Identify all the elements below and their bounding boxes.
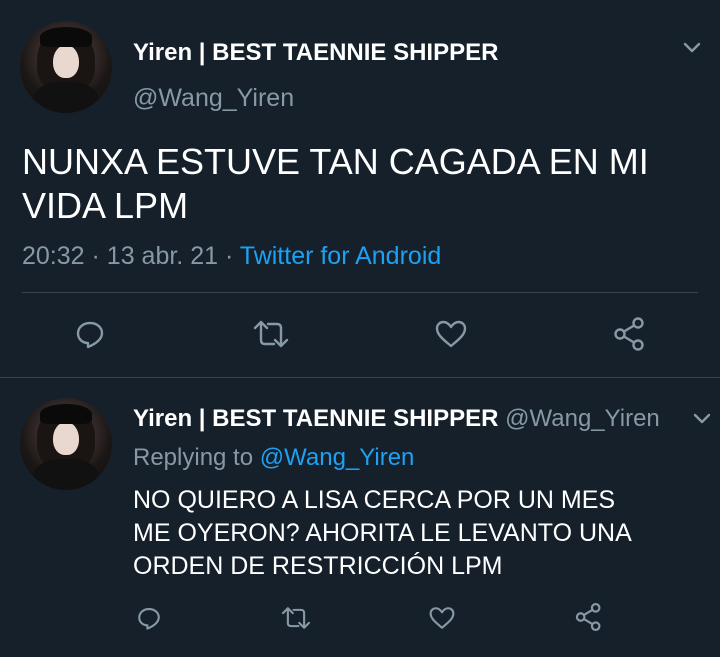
chevron-down-icon[interactable]	[682, 38, 702, 58]
reply-button[interactable]	[132, 601, 166, 635]
tweet-text-line: ORDEN DE RESTRICCIÓN LPM	[133, 552, 503, 580]
replying-to-label: Replying to	[133, 444, 254, 471]
avatar[interactable]	[20, 21, 112, 113]
tweet-time: 20:32	[22, 242, 85, 270]
separator: ·	[224, 242, 234, 270]
share-button[interactable]	[572, 600, 606, 634]
comment-icon	[138, 608, 160, 630]
share-icon	[575, 603, 601, 631]
tweet-text-line: NO QUIERO A LISA CERCA POR UN MES	[133, 486, 616, 514]
tweet-meta: 20:32 · 13 abr. 21 · Twitter for Android	[22, 242, 441, 271]
reply-button[interactable]	[70, 314, 110, 354]
thread-divider	[0, 377, 720, 378]
like-button[interactable]	[425, 601, 459, 635]
user-handle[interactable]: @Wang_Yiren	[505, 405, 660, 432]
replying-to-handle-link[interactable]: @Wang_Yiren	[260, 444, 415, 471]
tweet-text-line: ME OYERON? AHORITA LE LEVANTO UNA	[133, 519, 632, 547]
replying-to: Replying to @Wang_Yiren	[133, 444, 414, 472]
like-button[interactable]	[431, 314, 471, 354]
tweet-date: 13 abr. 21	[106, 242, 219, 270]
tweet-source-link[interactable]: Twitter for Android	[240, 242, 441, 270]
retweet-icon	[281, 607, 311, 629]
display-name[interactable]: Yiren | BEST TAENNIE SHIPPER	[133, 39, 498, 67]
user-handle[interactable]: @Wang_Yiren	[133, 84, 294, 113]
tweet-text: NO QUIERO A LISA CERCA POR UN MES ME OYE…	[133, 484, 632, 583]
retweet-button[interactable]	[277, 601, 315, 635]
comment-icon	[76, 321, 104, 349]
avatar[interactable]	[20, 398, 112, 490]
tweet-text-line: VIDA LPM	[22, 185, 189, 226]
separator: ·	[91, 242, 100, 270]
retweet-button[interactable]	[249, 314, 293, 354]
share-button[interactable]	[610, 314, 650, 354]
tweet-text-line: NUNXA ESTUVE TAN CAGADA EN MI	[22, 141, 649, 182]
reply-header: Yiren | BEST TAENNIE SHIPPER @Wang_Yiren	[133, 405, 720, 433]
heart-icon	[429, 607, 455, 629]
chevron-down-icon[interactable]	[692, 409, 712, 429]
share-icon	[614, 317, 644, 351]
divider	[22, 292, 698, 293]
display-name[interactable]: Yiren | BEST TAENNIE SHIPPER	[133, 405, 498, 432]
heart-icon	[435, 320, 467, 348]
tweet-text: NUNXA ESTUVE TAN CAGADA EN MI VIDA LPM	[22, 140, 649, 228]
retweet-icon	[253, 320, 289, 348]
